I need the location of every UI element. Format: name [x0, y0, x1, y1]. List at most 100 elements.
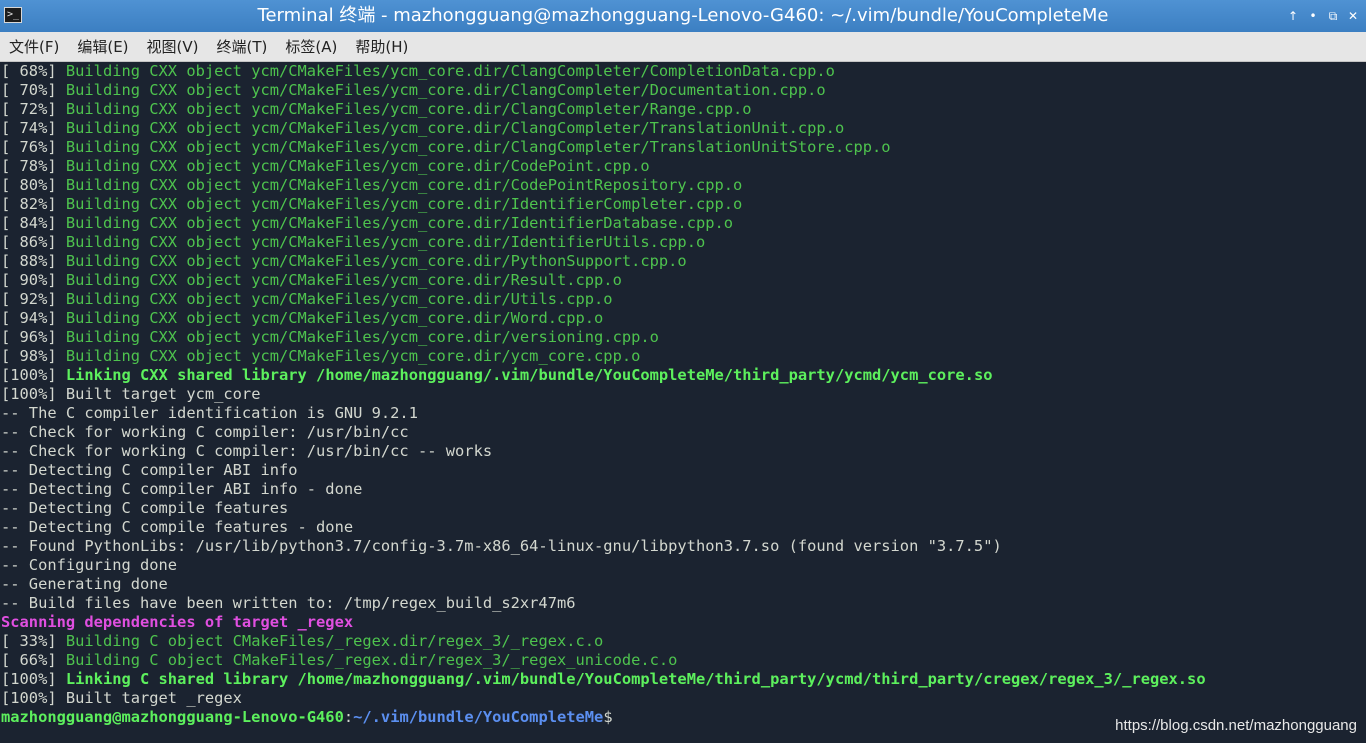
terminal-window: >_ Terminal 终端 - mazhongguang@mazhonggua… [0, 0, 1366, 743]
terminal-line: -- Check for working C compiler: /usr/bi… [1, 442, 1366, 461]
maximize-icon[interactable]: ⧉ [1326, 0, 1340, 32]
terminal-output[interactable]: [ 68%] Building CXX object ycm/CMakeFile… [0, 62, 1366, 743]
terminal-line: [ 78%] Building CXX object ycm/CMakeFile… [1, 157, 1366, 176]
menu-help[interactable]: 帮助(H) [355, 36, 408, 57]
shade-up-icon[interactable]: ↑ [1286, 0, 1300, 32]
menu-file[interactable]: 文件(F) [9, 36, 59, 57]
terminal-line: [ 68%] Building CXX object ycm/CMakeFile… [1, 62, 1366, 81]
line-text: -- Detecting C compile features - done [1, 518, 354, 536]
terminal-line: [ 74%] Building CXX object ycm/CMakeFile… [1, 119, 1366, 138]
line-text: -- Generating done [1, 575, 168, 593]
line-text: -- Check for working C compiler: /usr/bi… [1, 423, 409, 441]
progress-prefix: [ 78%] [1, 157, 66, 175]
line-text: Building CXX object ycm/CMakeFiles/ycm_c… [65, 328, 659, 346]
line-text: Linking C shared library /home/mazhonggu… [65, 670, 1206, 688]
minimize-icon[interactable]: • [1306, 0, 1320, 32]
terminal-line: [ 94%] Building CXX object ycm/CMakeFile… [1, 309, 1366, 328]
line-text: Scanning dependencies of target _regex [1, 613, 354, 631]
progress-prefix: [ 92%] [1, 290, 66, 308]
menu-terminal[interactable]: 终端(T) [217, 36, 268, 57]
terminal-line: [ 80%] Building CXX object ycm/CMakeFile… [1, 176, 1366, 195]
terminal-line: [ 88%] Building CXX object ycm/CMakeFile… [1, 252, 1366, 271]
line-text: -- Configuring done [1, 556, 178, 574]
line-text: Building CXX object ycm/CMakeFiles/ycm_c… [65, 214, 734, 232]
line-text: Building CXX object ycm/CMakeFiles/ycm_c… [65, 81, 826, 99]
progress-prefix: [ 76%] [1, 138, 66, 156]
terminal-line: [ 98%] Building CXX object ycm/CMakeFile… [1, 347, 1366, 366]
line-text: Building CXX object ycm/CMakeFiles/ycm_c… [65, 233, 706, 251]
terminal-line: [ 82%] Building CXX object ycm/CMakeFile… [1, 195, 1366, 214]
line-text: Building CXX object ycm/CMakeFiles/ycm_c… [65, 290, 613, 308]
line-text: -- Detecting C compiler ABI info [1, 461, 298, 479]
progress-prefix: [100%] [1, 670, 66, 688]
terminal-line: [ 92%] Building CXX object ycm/CMakeFile… [1, 290, 1366, 309]
line-text: Building CXX object ycm/CMakeFiles/ycm_c… [65, 271, 622, 289]
progress-prefix: [ 72%] [1, 100, 66, 118]
menu-tabs[interactable]: 标签(A) [285, 36, 337, 57]
line-text: Building C object CMakeFiles/_regex.dir/… [65, 651, 678, 669]
prompt-path: ~/.vim/bundle/YouCompleteMe [353, 708, 604, 726]
terminal-line: [ 72%] Building CXX object ycm/CMakeFile… [1, 100, 1366, 119]
prompt-separator: : [343, 708, 354, 726]
progress-prefix: [ 84%] [1, 214, 66, 232]
menu-view[interactable]: 视图(V) [147, 36, 199, 57]
progress-prefix: [100%] [1, 689, 66, 707]
terminal-line: -- Configuring done [1, 556, 1366, 575]
progress-prefix: [ 98%] [1, 347, 66, 365]
close-icon[interactable]: ✕ [1346, 0, 1360, 32]
line-text: -- The C compiler identification is GNU … [1, 404, 418, 422]
terminal-line: [ 66%] Building C object CMakeFiles/_reg… [1, 651, 1366, 670]
line-text: Building CXX object ycm/CMakeFiles/ycm_c… [65, 62, 835, 80]
line-text: Linking CXX shared library /home/mazhong… [65, 366, 993, 384]
line-text: Building CXX object ycm/CMakeFiles/ycm_c… [65, 347, 641, 365]
progress-prefix: [100%] [1, 385, 66, 403]
progress-prefix: [100%] [1, 366, 66, 384]
terminal-line: [ 96%] Building CXX object ycm/CMakeFile… [1, 328, 1366, 347]
line-text: -- Build files have been written to: /tm… [1, 594, 576, 612]
line-text: Building CXX object ycm/CMakeFiles/ycm_c… [65, 119, 845, 137]
line-text: -- Detecting C compile features [1, 499, 289, 517]
progress-prefix: [ 66%] [1, 651, 66, 669]
terminal-line: [ 86%] Building CXX object ycm/CMakeFile… [1, 233, 1366, 252]
terminal-line: [100%] Linking C shared library /home/ma… [1, 670, 1366, 689]
line-text: Building CXX object ycm/CMakeFiles/ycm_c… [65, 138, 891, 156]
title-bar[interactable]: >_ Terminal 终端 - mazhongguang@mazhonggua… [0, 0, 1366, 32]
terminal-line: Scanning dependencies of target _regex [1, 613, 1366, 632]
terminal-line: [100%] Built target _regex [1, 689, 1366, 708]
progress-prefix: [ 74%] [1, 119, 66, 137]
line-text: -- Check for working C compiler: /usr/bi… [1, 442, 493, 460]
progress-prefix: [ 70%] [1, 81, 66, 99]
line-text: Building CXX object ycm/CMakeFiles/ycm_c… [65, 309, 604, 327]
menu-edit[interactable]: 编辑(E) [77, 36, 128, 57]
terminal-line: -- Found PythonLibs: /usr/lib/python3.7/… [1, 537, 1366, 556]
terminal-line: [ 70%] Building CXX object ycm/CMakeFile… [1, 81, 1366, 100]
progress-prefix: [ 90%] [1, 271, 66, 289]
terminal-line: -- The C compiler identification is GNU … [1, 404, 1366, 423]
prompt-symbol: $ [603, 708, 613, 726]
line-text: Building CXX object ycm/CMakeFiles/ycm_c… [65, 100, 752, 118]
terminal-line: [ 84%] Building CXX object ycm/CMakeFile… [1, 214, 1366, 233]
terminal-line: -- Generating done [1, 575, 1366, 594]
terminal-line: -- Detecting C compile features [1, 499, 1366, 518]
progress-prefix: [ 88%] [1, 252, 66, 270]
progress-prefix: [ 33%] [1, 632, 66, 650]
terminal-line: -- Build files have been written to: /tm… [1, 594, 1366, 613]
terminal-line: [ 76%] Building CXX object ycm/CMakeFile… [1, 138, 1366, 157]
line-text: Building CXX object ycm/CMakeFiles/ycm_c… [65, 195, 743, 213]
progress-prefix: [ 86%] [1, 233, 66, 251]
line-text: Built target ycm_core [65, 385, 261, 403]
window-title: Terminal 终端 - mazhongguang@mazhongguang-… [257, 5, 1109, 26]
line-text: Building CXX object ycm/CMakeFiles/ycm_c… [65, 252, 687, 270]
window-controls: ↑ • ⧉ ✕ [1286, 0, 1360, 32]
progress-prefix: [ 96%] [1, 328, 66, 346]
progress-prefix: [ 68%] [1, 62, 66, 80]
line-text: -- Detecting C compiler ABI info - done [1, 480, 363, 498]
terminal-line: [ 33%] Building C object CMakeFiles/_reg… [1, 632, 1366, 651]
terminal-line: [100%] Built target ycm_core [1, 385, 1366, 404]
prompt-user-host: mazhongguang@mazhongguang-Lenovo-G460 [1, 708, 344, 726]
line-text: Building CXX object ycm/CMakeFiles/ycm_c… [65, 157, 650, 175]
progress-prefix: [ 80%] [1, 176, 66, 194]
watermark: https://blog.csdn.net/mazhongguang [1115, 717, 1357, 734]
line-text: Building C object CMakeFiles/_regex.dir/… [65, 632, 604, 650]
line-text: Building CXX object ycm/CMakeFiles/ycm_c… [65, 176, 743, 194]
